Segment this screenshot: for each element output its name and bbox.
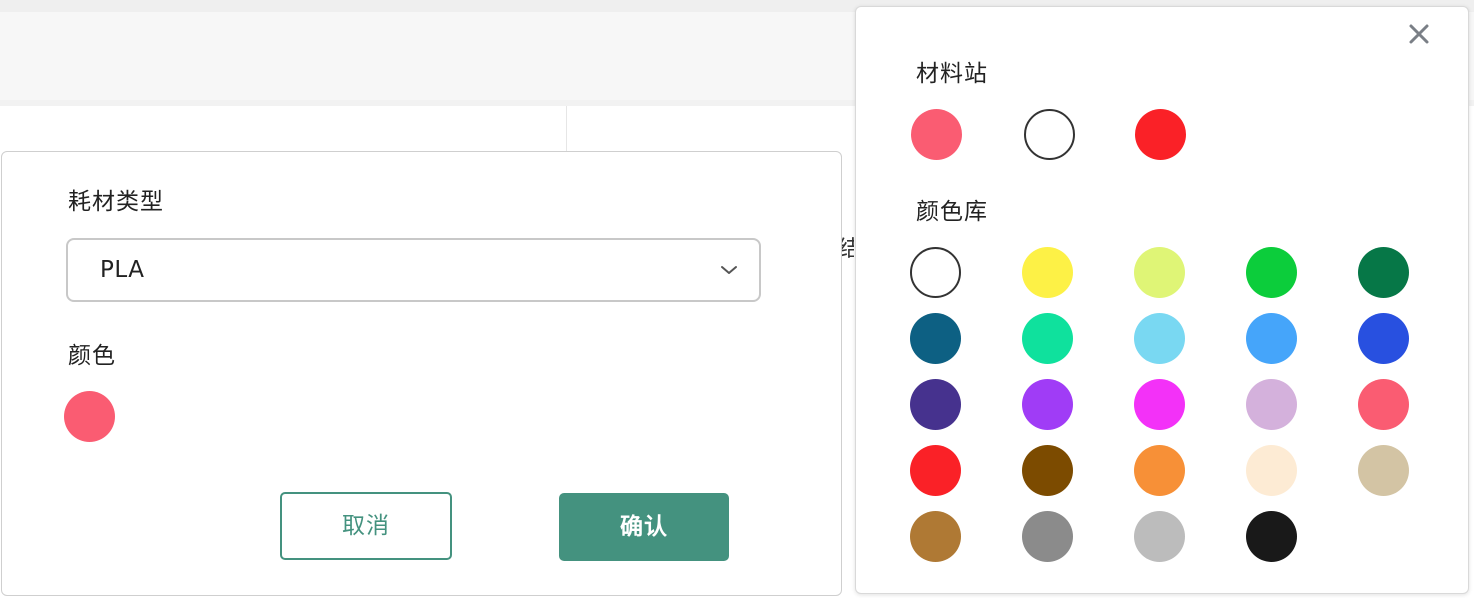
library-color-swatch[interactable] (1134, 511, 1185, 562)
color-library-label: 颜色库 (916, 199, 988, 225)
material-station-label: 材料站 (916, 61, 988, 87)
library-color-swatch[interactable] (910, 445, 961, 496)
column-divider (566, 106, 567, 152)
confirm-button[interactable]: 确认 (559, 493, 729, 561)
color-picker-panel: 材料站 颜色库 (855, 6, 1469, 594)
cancel-button[interactable]: 取消 (280, 492, 452, 560)
library-color-swatch[interactable] (1022, 379, 1073, 430)
library-color-swatch[interactable] (910, 379, 961, 430)
current-color-swatch[interactable] (64, 391, 115, 442)
library-color-swatch[interactable] (1246, 379, 1297, 430)
filament-type-label: 耗材类型 (68, 189, 164, 215)
filament-dialog: 耗材类型 PLA 颜色 取消 确认 (1, 151, 842, 596)
library-color-swatch[interactable] (1246, 313, 1297, 364)
library-color-swatch[interactable] (1134, 379, 1185, 430)
chevron-down-icon (721, 266, 737, 274)
library-color-swatch[interactable] (1022, 247, 1073, 298)
library-color-swatch[interactable] (910, 511, 961, 562)
library-color-swatch[interactable] (1134, 445, 1185, 496)
library-color-swatch[interactable] (1134, 313, 1185, 364)
library-color-swatch[interactable] (1246, 445, 1297, 496)
filament-type-value: PLA (100, 257, 145, 283)
station-color-swatch[interactable] (1135, 109, 1186, 160)
library-color-swatch[interactable] (1358, 445, 1409, 496)
color-label: 颜色 (68, 343, 116, 369)
library-color-swatch[interactable] (1358, 379, 1409, 430)
close-icon[interactable] (1407, 22, 1431, 46)
station-color-swatch[interactable] (911, 109, 962, 160)
library-color-swatch[interactable] (1246, 511, 1297, 562)
library-color-swatch[interactable] (1022, 313, 1073, 364)
app-background: 结 耗材类型 PLA 颜色 取消 确认 材料站 颜色库 (0, 0, 1474, 598)
library-color-swatch[interactable] (1022, 511, 1073, 562)
library-color-swatch[interactable] (910, 247, 961, 298)
station-color-swatch[interactable] (1024, 109, 1075, 160)
library-color-swatch[interactable] (1022, 445, 1073, 496)
library-color-swatch[interactable] (910, 313, 961, 364)
library-color-swatch[interactable] (1134, 247, 1185, 298)
filament-type-select[interactable]: PLA (66, 238, 761, 302)
library-color-swatch[interactable] (1246, 247, 1297, 298)
library-color-swatch[interactable] (1358, 313, 1409, 364)
library-color-swatch[interactable] (1358, 247, 1409, 298)
